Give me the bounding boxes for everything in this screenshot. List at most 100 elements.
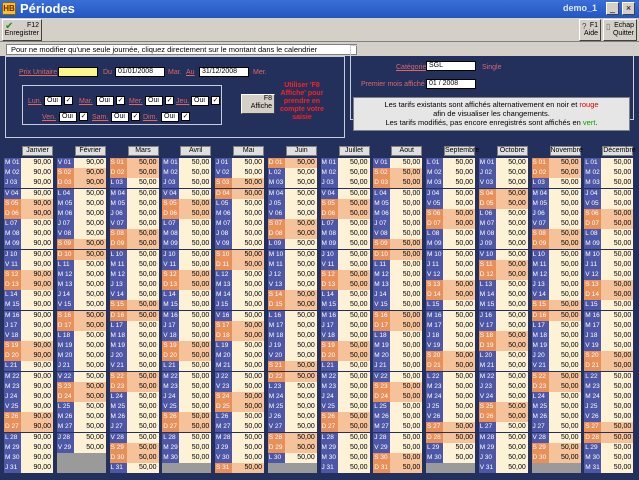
- calendar-price-cell[interactable]: 50,00: [548, 168, 581, 179]
- calendar-price-cell[interactable]: 50,00: [548, 280, 581, 291]
- calendar-price-cell[interactable]: 50,00: [232, 361, 264, 372]
- calendar-price-cell[interactable]: 50,00: [232, 168, 264, 179]
- calendar-price-cell[interactable]: 50,00: [284, 168, 317, 179]
- calendar-price-cell[interactable]: 50,00: [179, 341, 212, 352]
- calendar-price-cell[interactable]: 90,00: [21, 188, 53, 199]
- calendar-price-cell[interactable]: 50,00: [179, 198, 212, 209]
- day-check-tue[interactable]: ✓: [116, 96, 125, 105]
- calendar-price-cell[interactable]: 50,00: [548, 239, 581, 250]
- date-from-input[interactable]: 01/01/2008: [115, 67, 165, 77]
- calendar-price-cell[interactable]: 90,00: [21, 280, 53, 291]
- calendar-price-cell[interactable]: 50,00: [126, 280, 159, 291]
- calendar-price-cell[interactable]: 50,00: [495, 249, 528, 260]
- calendar-price-cell[interactable]: 50,00: [126, 422, 159, 433]
- calendar-price-cell[interactable]: 90,00: [21, 463, 53, 474]
- calendar-price-cell[interactable]: 50,00: [337, 249, 370, 260]
- calendar-price-cell[interactable]: 50,00: [443, 208, 475, 219]
- calendar-price-cell[interactable]: 50,00: [337, 391, 370, 402]
- calendar-price-cell[interactable]: 50,00: [284, 361, 317, 372]
- day-select-fri[interactable]: Oui: [59, 112, 77, 122]
- calendar-price-cell[interactable]: 50,00: [495, 158, 528, 168]
- calendar-price-cell[interactable]: 50,00: [232, 249, 264, 260]
- calendar-price-cell[interactable]: 50,00: [601, 198, 634, 209]
- calendar-price-cell[interactable]: 50,00: [284, 422, 317, 433]
- calendar-price-cell[interactable]: 50,00: [284, 300, 317, 311]
- calendar-price-cell[interactable]: 50,00: [548, 371, 581, 382]
- calendar-price-cell[interactable]: 50,00: [73, 269, 106, 280]
- calendar-price-cell[interactable]: 50,00: [337, 269, 370, 280]
- calendar-price-cell[interactable]: 90,00: [21, 178, 53, 189]
- category-select[interactable]: SGL: [426, 61, 476, 71]
- calendar-price-cell[interactable]: 50,00: [601, 290, 634, 301]
- calendar-price-cell[interactable]: 50,00: [495, 198, 528, 209]
- calendar-price-cell[interactable]: 50,00: [126, 351, 159, 362]
- calendar-price-cell[interactable]: 50,00: [443, 249, 475, 260]
- calendar-price-cell[interactable]: 50,00: [443, 432, 475, 443]
- calendar-price-cell[interactable]: 50,00: [179, 219, 212, 230]
- calendar-price-cell[interactable]: 50,00: [73, 219, 106, 230]
- calendar-price-cell[interactable]: 50,00: [73, 280, 106, 291]
- affiche-button[interactable]: F8 Affiche: [241, 94, 275, 114]
- day-select-sun[interactable]: Oui: [161, 112, 179, 122]
- calendar-price-cell[interactable]: 50,00: [232, 229, 264, 240]
- calendar-price-cell[interactable]: 50,00: [284, 229, 317, 240]
- calendar-price-cell[interactable]: 50,00: [548, 300, 581, 311]
- calendar-price-cell[interactable]: 50,00: [337, 290, 370, 301]
- calendar-price-cell[interactable]: 50,00: [126, 371, 159, 382]
- calendar-price-cell[interactable]: 50,00: [179, 280, 212, 291]
- calendar-price-cell[interactable]: 50,00: [495, 463, 528, 474]
- calendar-price-cell[interactable]: 50,00: [548, 158, 581, 168]
- calendar-price-cell[interactable]: 90,00: [21, 229, 53, 240]
- calendar-price-cell[interactable]: 90,00: [21, 320, 53, 331]
- calendar-price-cell[interactable]: 50,00: [232, 391, 264, 402]
- calendar-price-cell[interactable]: 50,00: [495, 208, 528, 219]
- calendar-price-cell[interactable]: 90,00: [21, 300, 53, 311]
- calendar-price-cell[interactable]: 90,00: [21, 452, 53, 463]
- calendar-price-cell[interactable]: 50,00: [73, 239, 106, 250]
- calendar-price-cell[interactable]: 50,00: [601, 310, 634, 321]
- calendar-price-cell[interactable]: 50,00: [601, 361, 634, 372]
- calendar-price-cell[interactable]: 50,00: [232, 452, 264, 463]
- calendar-price-cell[interactable]: 50,00: [443, 371, 475, 382]
- calendar-price-cell[interactable]: 50,00: [126, 412, 159, 423]
- calendar-price-cell[interactable]: 50,00: [284, 259, 317, 270]
- calendar-price-cell[interactable]: 50,00: [337, 412, 370, 423]
- calendar-price-cell[interactable]: 50,00: [548, 361, 581, 372]
- calendar-price-cell[interactable]: 50,00: [232, 422, 264, 433]
- calendar-price-cell[interactable]: 90,00: [21, 198, 53, 209]
- calendar-price-cell[interactable]: 50,00: [232, 371, 264, 382]
- calendar-price-cell[interactable]: 50,00: [337, 371, 370, 382]
- day-check-wed[interactable]: ✓: [165, 96, 174, 105]
- calendar-price-cell[interactable]: 50,00: [443, 330, 475, 341]
- calendar-price-cell[interactable]: 50,00: [495, 229, 528, 240]
- calendar-price-cell[interactable]: 50,00: [179, 361, 212, 372]
- calendar-price-cell[interactable]: 50,00: [495, 371, 528, 382]
- calendar-price-cell[interactable]: 50,00: [126, 249, 159, 260]
- calendar-price-cell[interactable]: 50,00: [337, 351, 370, 362]
- day-select-thu[interactable]: Oui: [191, 96, 209, 106]
- calendar-price-cell[interactable]: 50,00: [337, 208, 370, 219]
- calendar-price-cell[interactable]: 50,00: [443, 219, 475, 230]
- calendar-price-cell[interactable]: 90,00: [21, 310, 53, 321]
- calendar-price-cell[interactable]: 50,00: [443, 361, 475, 372]
- calendar-price-cell[interactable]: 50,00: [443, 412, 475, 423]
- calendar-price-cell[interactable]: 50,00: [126, 402, 159, 413]
- calendar-price-cell[interactable]: 50,00: [179, 371, 212, 382]
- calendar-price-cell[interactable]: 90,00: [21, 290, 53, 301]
- calendar-price-cell[interactable]: 50,00: [337, 310, 370, 321]
- calendar-price-cell[interactable]: 50,00: [284, 320, 317, 331]
- calendar-price-cell[interactable]: 50,00: [443, 310, 475, 321]
- calendar-price-cell[interactable]: 50,00: [73, 402, 106, 413]
- calendar-price-cell[interactable]: 50,00: [443, 259, 475, 270]
- calendar-price-cell[interactable]: 50,00: [390, 280, 423, 291]
- calendar-price-cell[interactable]: 50,00: [443, 422, 475, 433]
- calendar-price-cell[interactable]: 50,00: [179, 330, 212, 341]
- day-select-wed[interactable]: Oui: [145, 96, 163, 106]
- calendar-price-cell[interactable]: 50,00: [126, 269, 159, 280]
- calendar-price-cell[interactable]: 50,00: [548, 219, 581, 230]
- price-input[interactable]: [58, 67, 98, 77]
- calendar-price-cell[interactable]: 50,00: [284, 442, 317, 453]
- calendar-price-cell[interactable]: 50,00: [337, 259, 370, 270]
- calendar-price-cell[interactable]: 50,00: [548, 412, 581, 423]
- calendar-price-cell[interactable]: 50,00: [601, 391, 634, 402]
